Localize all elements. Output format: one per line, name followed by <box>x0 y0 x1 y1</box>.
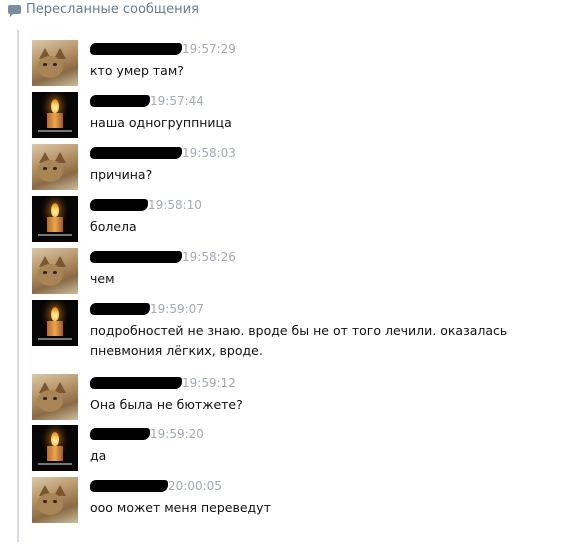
message-time[interactable]: 19:59:12 <box>182 376 236 390</box>
message-text: наша одногруппница <box>90 115 232 130</box>
forwarded-messages-header: Пересланные сообщения <box>8 1 199 17</box>
forwarded-messages-title: Пересланные сообщения <box>26 1 199 17</box>
redacted-name <box>90 428 150 440</box>
message-text: ооо может меня переведут <box>90 500 271 515</box>
redacted-name <box>90 199 148 211</box>
candle-avatar[interactable] <box>32 300 78 346</box>
redacted-name <box>90 95 150 107</box>
thread-line <box>17 30 19 542</box>
redacted-name <box>90 480 168 492</box>
message-text: причина? <box>90 167 153 182</box>
cat-avatar[interactable] <box>32 40 78 86</box>
message-meta: 19:59:07 <box>90 302 204 316</box>
speech-bubble-icon <box>8 5 21 17</box>
candle-avatar[interactable] <box>32 196 78 242</box>
redacted-name <box>90 43 182 55</box>
cat-avatar[interactable] <box>32 248 78 294</box>
message-meta: 19:59:20 <box>90 427 204 441</box>
redacted-name <box>90 251 182 263</box>
message-time[interactable]: 20:00:05 <box>168 479 222 493</box>
message-meta: 19:58:26 <box>90 250 236 264</box>
cat-avatar[interactable] <box>32 144 78 190</box>
message-text: Она была не бютжете? <box>90 397 243 412</box>
message-time[interactable]: 19:58:10 <box>148 198 202 212</box>
cat-avatar[interactable] <box>32 374 78 420</box>
message-text: подробностей не знаю. вроде бы не от тог… <box>90 323 508 358</box>
message-time[interactable]: 19:59:20 <box>150 427 204 441</box>
message-meta: 20:00:05 <box>90 479 222 493</box>
message-text: болела <box>90 219 137 234</box>
message-time[interactable]: 19:59:07 <box>150 302 204 316</box>
message-text: чем <box>90 271 115 286</box>
message-time[interactable]: 19:58:26 <box>182 250 236 264</box>
redacted-name <box>90 147 182 159</box>
message-time[interactable]: 19:58:03 <box>182 146 236 160</box>
redacted-name <box>90 303 150 315</box>
message-time[interactable]: 19:57:44 <box>150 94 204 108</box>
candle-avatar[interactable] <box>32 425 78 471</box>
cat-avatar[interactable] <box>32 477 78 523</box>
message-text: да <box>90 448 107 463</box>
candle-avatar[interactable] <box>32 92 78 138</box>
message-time[interactable]: 19:57:29 <box>182 42 236 56</box>
message-text: кто умер там? <box>90 63 184 78</box>
message-meta: 19:59:12 <box>90 376 236 390</box>
message-meta: 19:58:03 <box>90 146 236 160</box>
message-meta: 19:58:10 <box>90 198 202 212</box>
message-meta: 19:57:29 <box>90 42 236 56</box>
redacted-name <box>90 377 182 389</box>
message-meta: 19:57:44 <box>90 94 204 108</box>
